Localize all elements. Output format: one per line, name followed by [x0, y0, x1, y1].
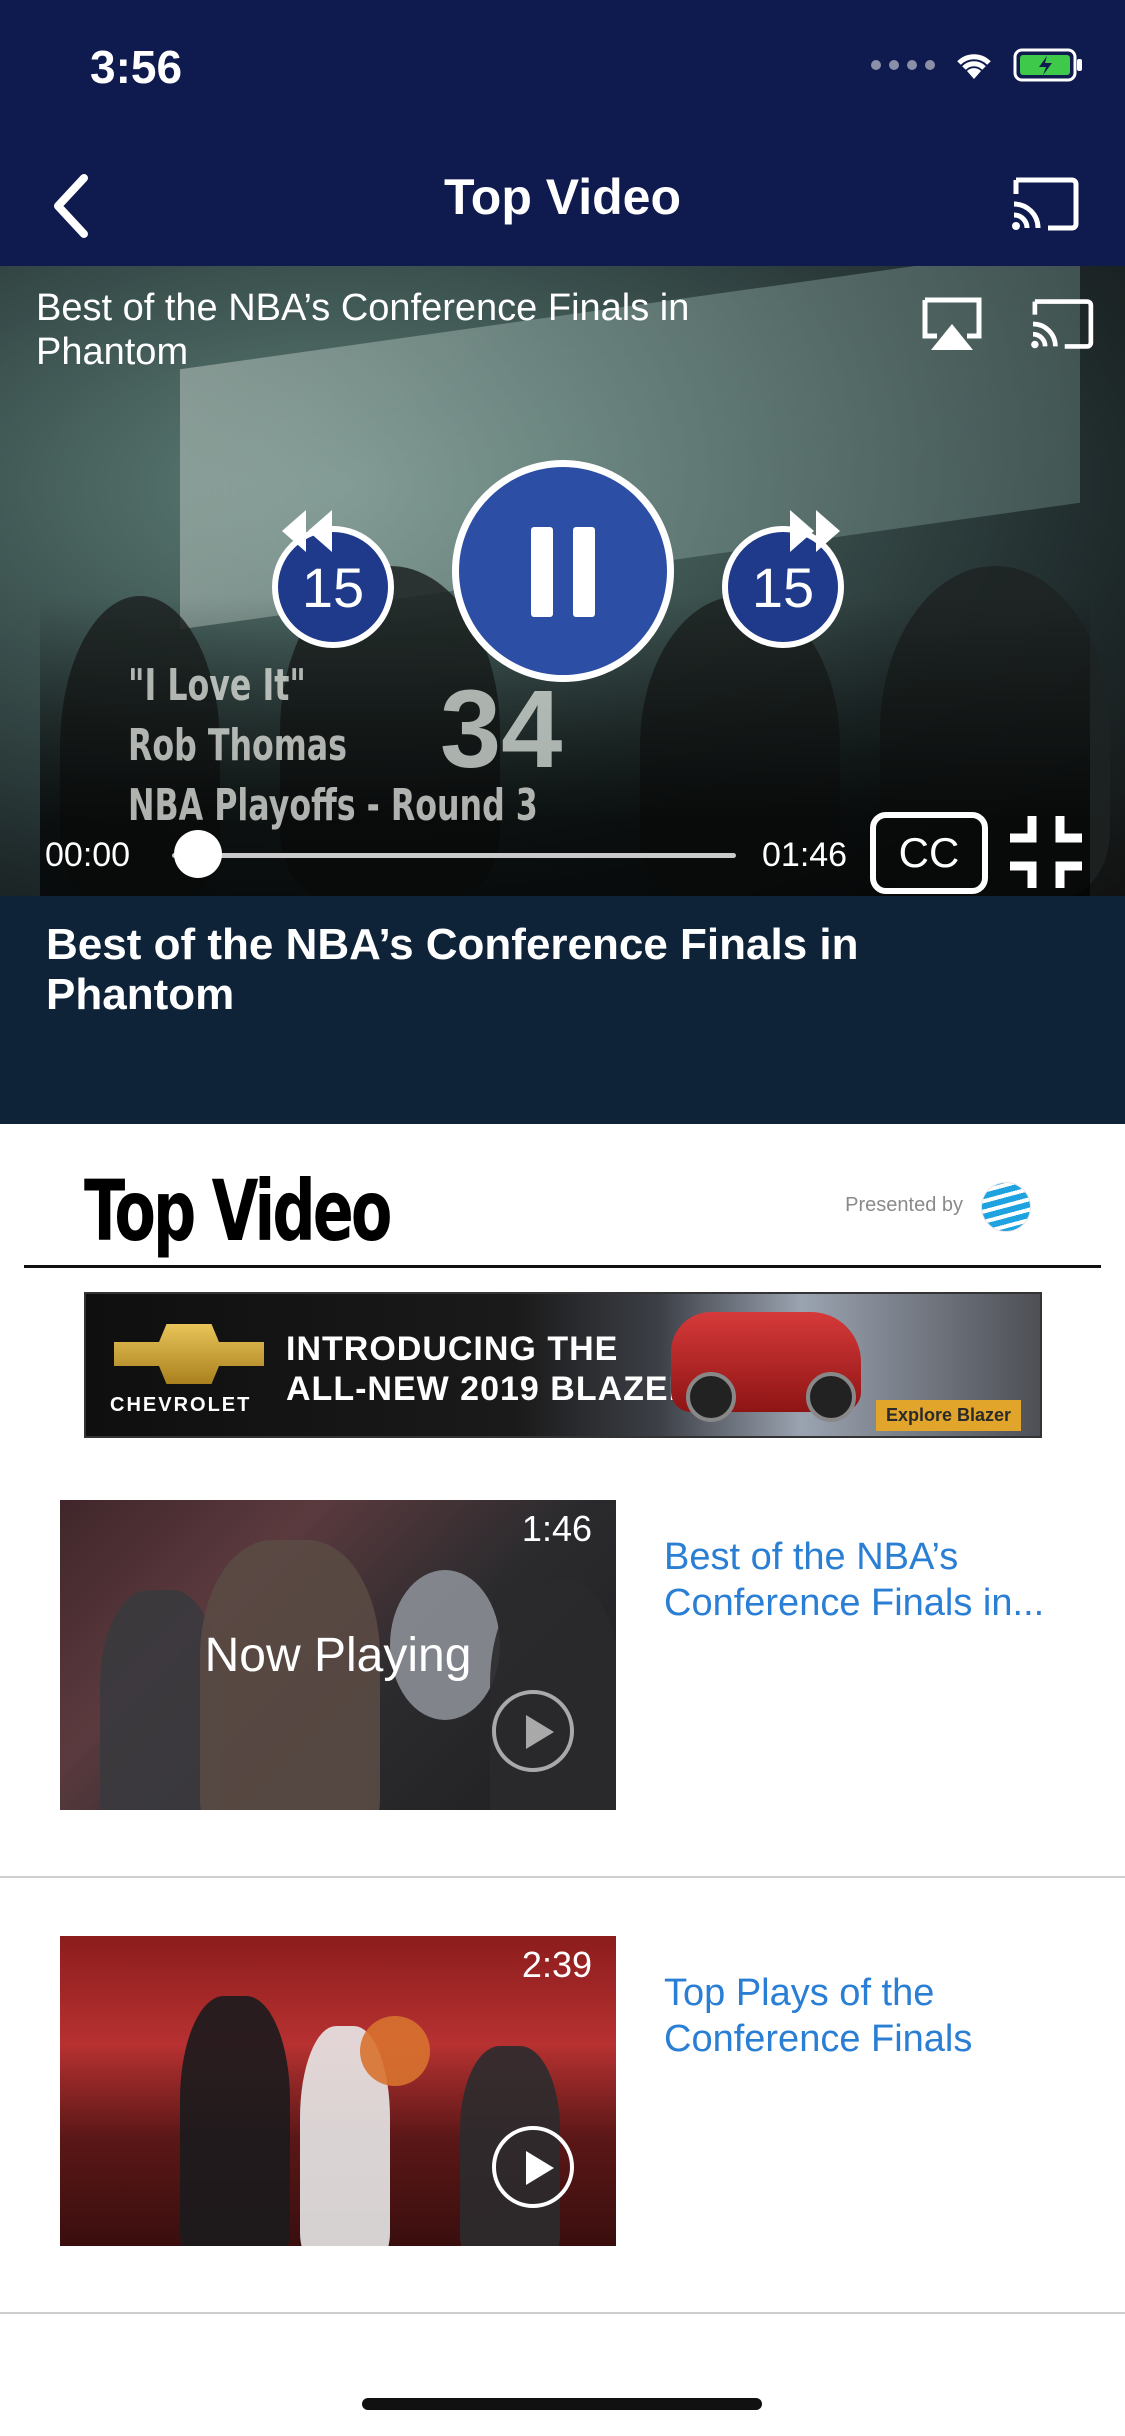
skip-forward-label: 15	[751, 555, 815, 619]
video-list-title[interactable]: Top Plays of the Conference Finals	[664, 1970, 1084, 2062]
section-title: Top Video	[84, 1162, 392, 1260]
navigation-bar: Top Video	[0, 140, 1125, 266]
video-info-bar: Best of the NBA’s Conference Finals in P…	[0, 896, 1125, 1124]
presented-by-label: Presented by	[845, 1194, 963, 1216]
play-icon	[492, 1690, 574, 1772]
fast-forward-icon	[790, 510, 840, 552]
skip-back-label: 15	[301, 555, 365, 619]
car-wheel	[806, 1372, 856, 1422]
duration: 01:46	[762, 836, 848, 874]
pause-button[interactable]	[452, 460, 674, 682]
video-thumbnail[interactable]: 2:39	[60, 1936, 616, 2246]
progress-thumb[interactable]	[174, 830, 222, 878]
cast-icon[interactable]	[1027, 296, 1095, 352]
att-logo-icon	[981, 1182, 1031, 1232]
rewind-icon	[282, 510, 332, 552]
ad-cta-button[interactable]: Explore Blazer	[876, 1400, 1022, 1431]
cc-label: CC	[898, 829, 960, 876]
video-duration: 1:46	[521, 1508, 592, 1549]
wifi-icon	[957, 54, 991, 79]
chevrolet-bowtie-icon	[114, 1324, 264, 1384]
closed-captions-button[interactable]: CC	[870, 812, 988, 894]
section-header: Top Video Presented by	[24, 1150, 1101, 1268]
current-time: 00:00	[45, 836, 131, 874]
player-top-icons	[917, 296, 1095, 352]
pause-icon	[531, 527, 553, 617]
cast-icon[interactable]	[1008, 174, 1080, 234]
status-bar: 3:56	[0, 0, 1125, 140]
battery-icon	[1013, 48, 1082, 82]
player-overlay-title: Best of the NBA’s Conference Finals in P…	[36, 287, 690, 373]
video-title: Best of the NBA’s Conference Finals in P…	[46, 920, 859, 1019]
video-duration: 2:39	[521, 1944, 592, 1985]
status-time: 3:56	[90, 41, 183, 93]
ad-banner[interactable]: CHEVROLET INTRODUCING THE ALL-NEW 2019 B…	[84, 1292, 1042, 1438]
page-title: Top Video	[443, 169, 682, 225]
progress-track[interactable]	[172, 853, 736, 858]
home-indicator[interactable]	[362, 2398, 762, 2410]
ad-headline-2: ALL-NEW 2019 BLAZER.	[286, 1370, 705, 1408]
signal-icon	[871, 60, 935, 70]
status-icons	[871, 48, 1085, 82]
video-list-item[interactable]: 1:46 Now Playing Best of the NBA’s Confe…	[0, 1440, 1125, 1878]
video-thumbnail[interactable]: 1:46 Now Playing	[60, 1500, 616, 1810]
ad-headline-1: INTRODUCING THE	[286, 1330, 619, 1368]
exit-fullscreen-icon[interactable]	[1006, 812, 1086, 892]
video-list-title[interactable]: Best of the NBA’s Conference Finals in..…	[664, 1534, 1084, 1626]
jersey-number: 34	[440, 668, 563, 791]
ad-brand: CHEVROLET	[110, 1394, 252, 1416]
now-playing-label: Now Playing	[204, 1629, 472, 1682]
basketball-shape	[360, 2016, 430, 2086]
pause-icon	[573, 527, 595, 617]
airplay-icon[interactable]	[917, 296, 987, 352]
play-icon	[492, 2126, 574, 2208]
car-wheel	[686, 1372, 736, 1422]
video-list-item[interactable]: 2:39 Top Plays of the Conference Finals	[0, 1876, 1125, 2314]
thumbnail-figure	[180, 1996, 290, 2246]
